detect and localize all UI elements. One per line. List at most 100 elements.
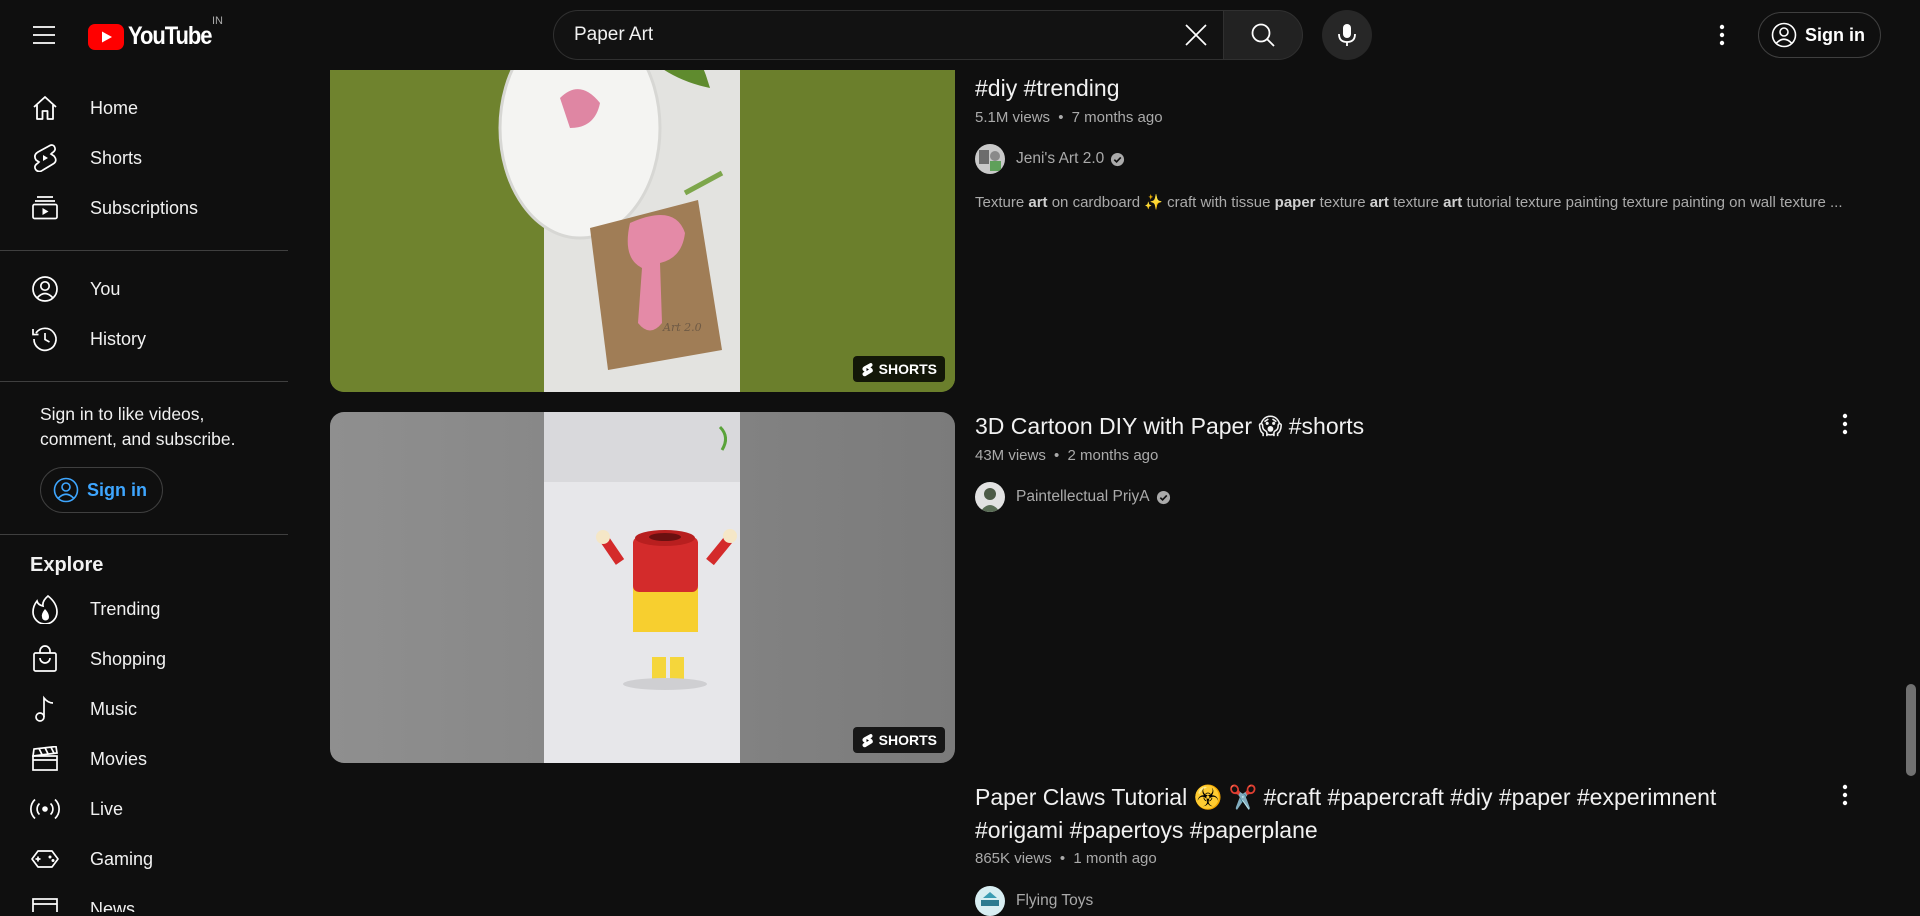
- video-action-menu-button[interactable]: [1827, 777, 1863, 813]
- subscriptions-icon: [30, 193, 60, 223]
- sidebar-item-gaming[interactable]: Gaming: [12, 835, 276, 883]
- shorts-icon: [862, 733, 873, 747]
- shopping-bag-icon: [30, 644, 60, 674]
- description-text: on cardboard ✨ craft with tissue: [1047, 194, 1275, 211]
- channel-name[interactable]: Flying Toys: [1016, 892, 1093, 910]
- guide-menu-button[interactable]: [24, 15, 64, 55]
- sidebar-item-label: You: [90, 278, 121, 299]
- video-action-menu-button[interactable]: [1827, 406, 1863, 442]
- hamburger-icon: [33, 26, 55, 44]
- explore-heading: Explore: [30, 554, 104, 576]
- video-metadata: 43M views • 2 months ago: [975, 447, 1158, 464]
- upload-age: 7 months ago: [1071, 109, 1163, 126]
- meta-separator: •: [1058, 109, 1064, 126]
- video-title[interactable]: #diy #trending: [975, 72, 1120, 105]
- verified-badge-icon: [1111, 152, 1125, 166]
- search-box: [553, 10, 1223, 60]
- guide-sidebar: Home Shorts Subscriptions You History Si…: [0, 70, 288, 912]
- home-icon: [30, 93, 60, 123]
- shorts-icon: [862, 362, 873, 376]
- sidebar-divider: [0, 381, 288, 382]
- meta-separator: •: [1059, 850, 1066, 867]
- sidebar-item-live[interactable]: Live: [12, 785, 276, 833]
- news-icon: [30, 894, 60, 912]
- description-highlight: art: [1369, 194, 1389, 211]
- microphone-icon: [1338, 24, 1356, 46]
- video-description-snippet: Texture art on cardboard ✨ craft with ti…: [975, 193, 1843, 211]
- sidebar-item-home[interactable]: Home: [12, 84, 276, 132]
- shorts-badge-label: SHORTS: [878, 732, 937, 748]
- shorts-badge: SHORTS: [852, 356, 945, 382]
- more-vert-icon: [1719, 24, 1725, 46]
- description-highlight: art: [1443, 194, 1463, 211]
- sidebar-item-label: History: [90, 328, 147, 349]
- channel-name[interactable]: Paintellectual PriyA: [1016, 488, 1150, 506]
- youtube-logo[interactable]: YouTube: [88, 22, 223, 51]
- thumbnail-watermark: Art 2.0: [662, 321, 702, 334]
- video-title[interactable]: 3D Cartoon DIY with Paper 😱 #shorts: [975, 410, 1364, 443]
- search-input[interactable]: [554, 11, 1169, 59]
- channel-name[interactable]: Jeni's Art 2.0: [1016, 150, 1104, 168]
- youtube-play-logo-icon: [88, 23, 124, 50]
- sidebar-item-news[interactable]: News: [12, 885, 276, 912]
- header-sign-in-button[interactable]: Sign in: [1758, 12, 1881, 58]
- channel-avatar[interactable]: [975, 144, 1005, 174]
- settings-menu-button[interactable]: [1702, 15, 1742, 55]
- view-count: 43M views: [975, 447, 1046, 464]
- sign-in-prompt-text: Sign in to like videos, comment, and sub…: [40, 404, 236, 449]
- live-icon: [30, 794, 60, 824]
- sidebar-item-label: Movies: [90, 748, 148, 769]
- sidebar-item-subscriptions[interactable]: Subscriptions: [12, 184, 276, 232]
- description-highlight: paper: [1274, 194, 1316, 211]
- search-icon: [1251, 23, 1275, 47]
- header-sign-in-label: Sign in: [1805, 24, 1865, 45]
- shorts-icon: [30, 143, 60, 173]
- sidebar-item-movies[interactable]: Movies: [12, 735, 276, 783]
- user-circle-icon: [1771, 22, 1797, 48]
- sidebar-item-label: Home: [90, 97, 139, 118]
- trending-icon: [30, 594, 60, 624]
- sidebar-item-shorts[interactable]: Shorts: [12, 134, 276, 182]
- region-code: IN: [212, 15, 223, 27]
- sidebar-item-history[interactable]: History: [12, 315, 276, 363]
- user-circle-icon: [30, 274, 60, 304]
- description-text: texture: [1388, 194, 1444, 211]
- user-circle-icon: [53, 477, 79, 503]
- gamepad-icon: [30, 844, 60, 874]
- sidebar-item-trending[interactable]: Trending: [12, 585, 276, 633]
- sidebar-item-label: Shorts: [90, 147, 143, 168]
- music-icon: [30, 694, 60, 724]
- video-title[interactable]: Paper Claws Tutorial ☣️ ✂️ #craft #paper…: [975, 781, 1805, 847]
- channel-info[interactable]: Jeni's Art 2.0: [975, 144, 1125, 174]
- clear-search-button[interactable]: [1169, 11, 1223, 59]
- page-scrollbar-thumb[interactable]: [1906, 684, 1916, 776]
- logo-wordmark: YouTube: [128, 22, 213, 50]
- sidebar-item-label: Shopping: [90, 648, 167, 669]
- video-thumbnail[interactable]: SHORTS: [330, 412, 955, 763]
- sidebar-item-you[interactable]: You: [12, 265, 276, 313]
- video-metadata: 5.1M views • 7 months ago: [975, 109, 1163, 126]
- sidebar-sign-in-button[interactable]: Sign in: [40, 467, 163, 513]
- sidebar-item-label: Trending: [90, 598, 161, 619]
- voice-search-button[interactable]: [1322, 10, 1372, 60]
- sidebar-divider: [0, 534, 288, 535]
- sidebar-item-music[interactable]: Music: [12, 685, 276, 733]
- history-icon: [30, 324, 60, 354]
- sidebar-item-label: Gaming: [90, 848, 154, 869]
- sidebar-item-label: Live: [90, 798, 124, 819]
- more-vert-icon: [1842, 413, 1848, 435]
- more-vert-icon: [1842, 784, 1848, 806]
- meta-separator: •: [1054, 447, 1060, 464]
- description-text: Texture: [975, 194, 1029, 211]
- channel-info[interactable]: Paintellectual PriyA: [975, 482, 1171, 512]
- upload-age: 2 months ago: [1067, 447, 1159, 464]
- channel-avatar[interactable]: [975, 482, 1005, 512]
- description-text: tutorial texture painting texture painti…: [1462, 194, 1843, 211]
- sidebar-item-label: Subscriptions: [90, 197, 199, 218]
- sidebar-divider: [0, 250, 288, 251]
- search-button[interactable]: [1223, 10, 1303, 60]
- video-metadata: 865K views • 1 month ago: [975, 850, 1157, 867]
- view-count: 865K views: [975, 850, 1052, 867]
- thumbnail-image: [330, 412, 955, 763]
- sidebar-item-shopping[interactable]: Shopping: [12, 635, 276, 683]
